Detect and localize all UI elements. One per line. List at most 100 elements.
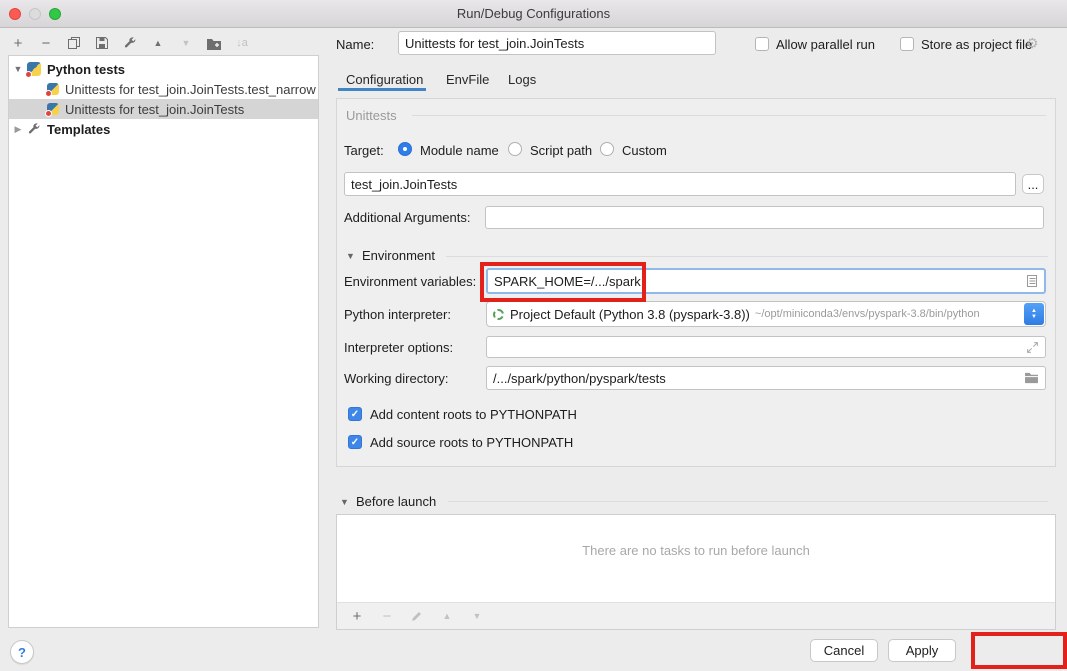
module-name-value: test_join.JoinTests xyxy=(351,177,457,192)
tab-envfile[interactable]: EnvFile xyxy=(446,72,489,87)
edit-variables-icon[interactable] xyxy=(1026,274,1038,288)
edit-templates-button[interactable] xyxy=(120,33,140,53)
browse-module-button[interactable]: ... xyxy=(1022,174,1044,194)
group-title-rule xyxy=(412,115,1046,116)
add-configuration-button[interactable]: + xyxy=(8,33,28,53)
move-task-down-button[interactable]: ▼ xyxy=(467,606,487,626)
add-task-button[interactable]: + xyxy=(347,606,367,626)
question-icon: ? xyxy=(18,645,26,660)
python-test-icon xyxy=(47,103,59,115)
add-folder-icon xyxy=(206,37,222,50)
target-label: Target: xyxy=(344,143,384,158)
move-down-button[interactable]: ▼ xyxy=(176,33,196,53)
environment-variables-input[interactable]: SPARK_HOME=/.../spark xyxy=(486,268,1046,294)
pencil-icon xyxy=(411,610,423,622)
environment-section-title[interactable]: Environment xyxy=(362,248,435,263)
new-folder-button[interactable] xyxy=(204,33,224,53)
name-label: Name: xyxy=(336,37,374,52)
add-content-roots-checkbox[interactable]: ✓ xyxy=(348,407,362,421)
add-source-roots-label[interactable]: Add source roots to PYTHONPATH xyxy=(370,435,573,450)
store-as-project-file-checkbox[interactable] xyxy=(900,37,914,51)
save-icon xyxy=(95,36,109,50)
apply-button[interactable]: Apply xyxy=(888,639,956,662)
tree-item-python-tests[interactable]: ▼ Python tests xyxy=(9,59,318,79)
target-custom-radio[interactable] xyxy=(600,142,614,156)
annotation-ok-button xyxy=(971,632,1067,669)
folder-icon[interactable] xyxy=(1024,372,1039,384)
environment-collapse-icon[interactable]: ▼ xyxy=(346,251,355,261)
environment-variables-label: Environment variables: xyxy=(344,274,476,289)
active-tab-indicator xyxy=(338,88,426,91)
configurations-toolbar: + − ▲ ▼ ↓a xyxy=(8,32,252,54)
templates-wrench-icon xyxy=(27,122,41,136)
copy-icon xyxy=(67,36,81,50)
title-bar: Run/Debug Configurations xyxy=(0,0,1067,28)
target-script-path-label[interactable]: Script path xyxy=(530,143,592,158)
move-task-up-button[interactable]: ▲ xyxy=(437,606,457,626)
tree-item-templates[interactable]: ▶ Templates xyxy=(9,119,318,139)
before-launch-toolbar: + − ▲ ▼ xyxy=(337,602,1055,629)
combo-arrows-icon[interactable]: ▲ ▼ xyxy=(1024,303,1044,325)
wrench-icon xyxy=(123,36,137,50)
remove-configuration-button[interactable]: − xyxy=(36,33,56,53)
conda-env-icon xyxy=(493,309,504,320)
expand-field-icon[interactable] xyxy=(1026,341,1039,354)
remove-task-button[interactable]: − xyxy=(377,606,397,626)
expand-collapse-icon[interactable]: ▶ xyxy=(9,124,27,135)
add-source-roots-checkbox[interactable]: ✓ xyxy=(348,435,362,449)
interpreter-options-label: Interpreter options: xyxy=(344,340,453,355)
check-icon: ✓ xyxy=(351,409,359,420)
sort-configurations-button[interactable]: ↓a xyxy=(232,33,252,53)
before-launch-collapse-icon[interactable]: ▼ xyxy=(340,497,349,507)
configurations-tree: ▼ Python tests Unittests for test_join.J… xyxy=(8,55,319,628)
environment-variables-value: SPARK_HOME=/.../spark xyxy=(494,274,1026,289)
store-as-project-file-label: Store as project file xyxy=(921,37,1032,52)
ellipsis-icon: ... xyxy=(1028,177,1039,192)
before-launch-empty-message: There are no tasks to run before launch xyxy=(337,543,1055,558)
tree-item-label: Unittests for test_join.JoinTests.test_n… xyxy=(65,82,316,97)
python-interpreter-value: Project Default (Python 3.8 (pyspark-3.8… xyxy=(510,307,750,322)
cancel-button[interactable]: Cancel xyxy=(810,639,878,662)
target-custom-label[interactable]: Custom xyxy=(622,143,667,158)
working-directory-label: Working directory: xyxy=(344,371,449,386)
target-script-path-radio[interactable] xyxy=(508,142,522,156)
target-module-name-label[interactable]: Module name xyxy=(420,143,499,158)
tab-configuration[interactable]: Configuration xyxy=(346,72,423,87)
tree-item-unittests-test-narrow[interactable]: Unittests for test_join.JoinTests.test_n… xyxy=(9,79,318,99)
gear-icon[interactable]: ⚙ xyxy=(1026,35,1039,52)
python-tests-icon xyxy=(27,62,41,76)
window-title: Run/Debug Configurations xyxy=(0,0,1067,28)
python-interpreter-label: Python interpreter: xyxy=(344,307,451,322)
working-directory-value: /.../spark/python/pyspark/tests xyxy=(493,371,1024,386)
module-name-input[interactable]: test_join.JoinTests xyxy=(344,172,1016,196)
check-icon: ✓ xyxy=(351,437,359,448)
move-up-button[interactable]: ▲ xyxy=(148,33,168,53)
additional-arguments-input[interactable] xyxy=(485,206,1044,229)
edit-task-button[interactable] xyxy=(407,606,427,626)
save-configuration-button[interactable] xyxy=(92,33,112,53)
before-launch-section-title[interactable]: Before launch xyxy=(356,494,436,509)
working-directory-input[interactable]: /.../spark/python/pyspark/tests xyxy=(486,366,1046,390)
allow-parallel-run-label: Allow parallel run xyxy=(776,37,875,52)
python-interpreter-select[interactable]: Project Default (Python 3.8 (pyspark-3.8… xyxy=(486,301,1046,327)
name-input[interactable]: Unittests for test_join.JoinTests xyxy=(398,31,716,55)
tree-item-label: Templates xyxy=(47,122,110,137)
add-content-roots-label[interactable]: Add content roots to PYTHONPATH xyxy=(370,407,577,422)
allow-parallel-run-checkbox[interactable] xyxy=(755,37,769,51)
unittests-group-title: Unittests xyxy=(346,108,397,123)
tree-item-label: Unittests for test_join.JoinTests xyxy=(65,102,244,117)
help-button[interactable]: ? xyxy=(10,640,34,664)
additional-arguments-label: Additional Arguments: xyxy=(344,210,470,225)
before-launch-task-list: There are no tasks to run before launch … xyxy=(336,514,1056,630)
run-debug-configurations-dialog: Run/Debug Configurations + − ▲ ▼ xyxy=(0,0,1067,671)
before-launch-rule xyxy=(448,501,1048,502)
tree-item-unittests-jointests[interactable]: Unittests for test_join.JoinTests xyxy=(9,99,318,119)
copy-configuration-button[interactable] xyxy=(64,33,84,53)
target-module-name-radio[interactable] xyxy=(398,142,412,156)
interpreter-options-input[interactable] xyxy=(486,336,1046,358)
tree-item-label: Python tests xyxy=(47,62,125,77)
python-test-icon xyxy=(47,83,59,95)
name-value: Unittests for test_join.JoinTests xyxy=(405,36,584,51)
python-interpreter-path: ~/opt/miniconda3/envs/pyspark-3.8/bin/py… xyxy=(755,308,980,320)
tab-logs[interactable]: Logs xyxy=(508,72,536,87)
